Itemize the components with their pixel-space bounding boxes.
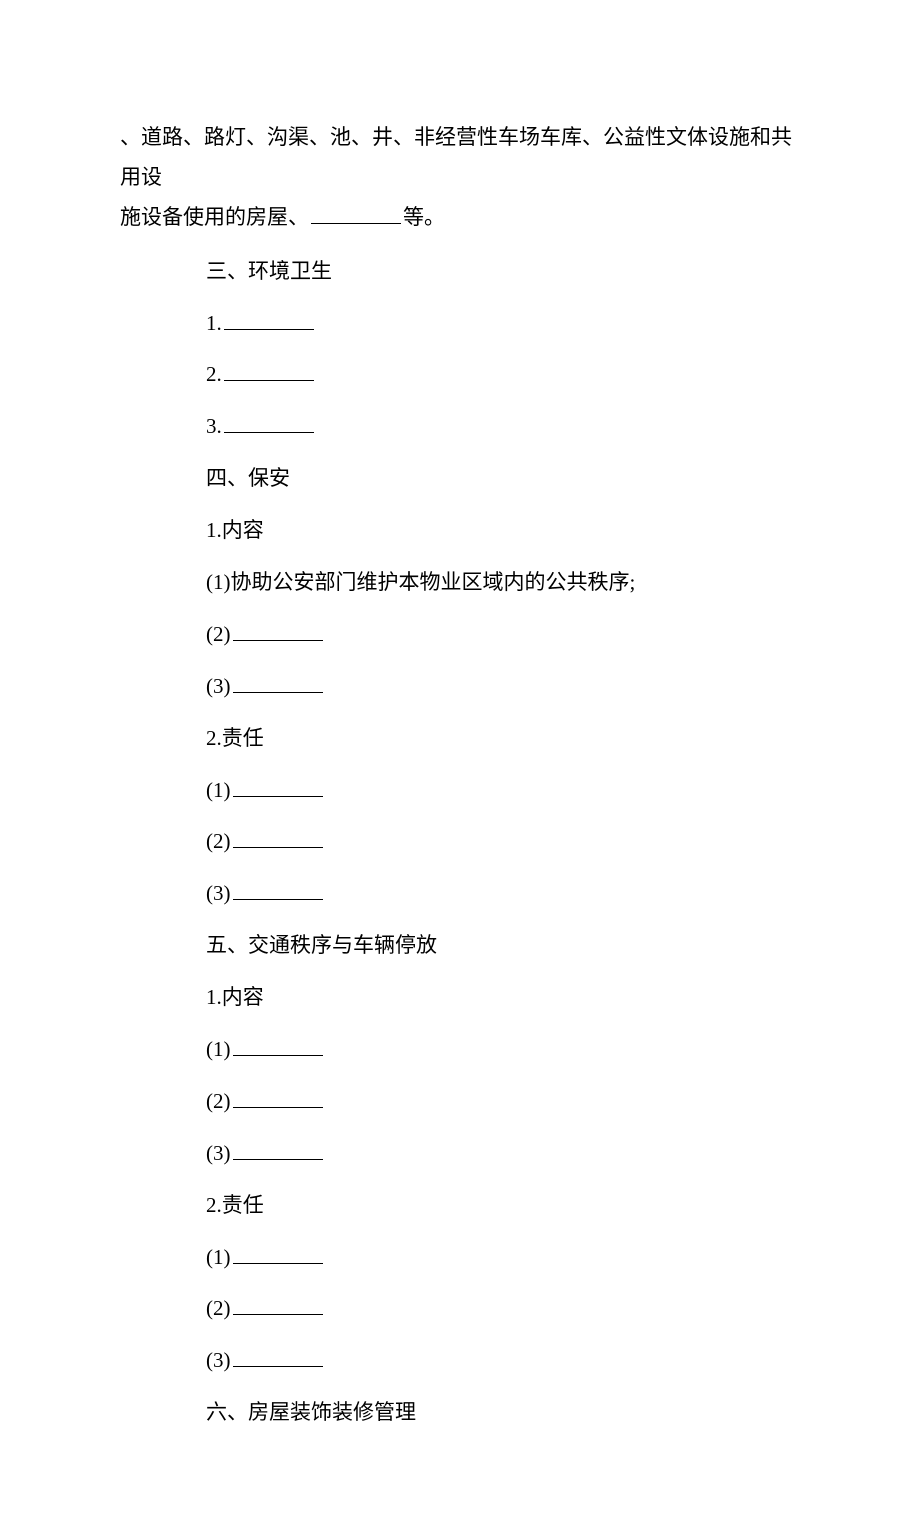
blank (233, 1089, 323, 1108)
item-prefix: (2) (206, 1089, 231, 1113)
item-prefix: (3) (206, 881, 231, 905)
traffic-resp-3: (3) (120, 1341, 800, 1381)
section-traffic-title: 五、交通秩序与车辆停放 (120, 926, 800, 966)
item-prefix: 3. (206, 414, 222, 438)
blank (233, 622, 323, 641)
blank (233, 830, 323, 849)
item-prefix: (3) (206, 1348, 231, 1372)
blank (224, 311, 314, 330)
traffic-resp-2: (2) (120, 1289, 800, 1329)
top-line-2-prefix: 施设备使用的房屋、 (120, 205, 309, 229)
traffic-resp-1: (1) (120, 1238, 800, 1278)
item-prefix: 2. (206, 362, 222, 386)
traffic-content-2: (2) (120, 1082, 800, 1122)
env-item-2: 2. (120, 355, 800, 395)
item-prefix: (1) (206, 1037, 231, 1061)
top-paragraph: 、道路、路灯、沟渠、池、井、非经营性车场车库、公益性文体设施和共用设 施设备使用… (120, 118, 800, 238)
blank (224, 415, 314, 434)
security-content-1: (1)协助公安部门维护本物业区域内的公共秩序; (120, 563, 800, 603)
item-prefix: (3) (206, 674, 231, 698)
section-env-title: 三、环境卫生 (120, 252, 800, 292)
env-item-3: 3. (120, 407, 800, 447)
blank-inline (311, 205, 401, 224)
security-resp-label: 2.责任 (120, 719, 800, 759)
blank (233, 1037, 323, 1056)
blank (224, 363, 314, 382)
item-prefix: (1) (206, 570, 231, 594)
item-prefix: (2) (206, 829, 231, 853)
security-resp-2: (2) (120, 822, 800, 862)
blank (233, 1141, 323, 1160)
blank (233, 1245, 323, 1264)
blank (233, 674, 323, 693)
item-prefix: (3) (206, 1141, 231, 1165)
top-line-2-suffix: 等。 (403, 205, 445, 229)
blank (233, 778, 323, 797)
traffic-content-3: (3) (120, 1134, 800, 1174)
security-resp-3: (3) (120, 874, 800, 914)
item-prefix: 1. (206, 311, 222, 335)
traffic-resp-label: 2.责任 (120, 1186, 800, 1226)
document-page: 、道路、路灯、沟渠、池、井、非经营性车场车库、公益性文体设施和共用设 施设备使用… (0, 0, 920, 1525)
section-security-title: 四、保安 (120, 459, 800, 499)
traffic-content-1: (1) (120, 1030, 800, 1070)
item-prefix: (1) (206, 1245, 231, 1269)
security-resp-1: (1) (120, 771, 800, 811)
top-line-1: 、道路、路灯、沟渠、池、井、非经营性车场车库、公益性文体设施和共用设 (120, 125, 792, 189)
traffic-content-label: 1.内容 (120, 978, 800, 1018)
security-content-label: 1.内容 (120, 511, 800, 551)
blank (233, 1297, 323, 1316)
blank (233, 1349, 323, 1368)
env-item-1: 1. (120, 304, 800, 344)
item-text: 协助公安部门维护本物业区域内的公共秩序; (231, 570, 636, 594)
blank (233, 882, 323, 901)
item-prefix: (1) (206, 778, 231, 802)
security-content-3: (3) (120, 667, 800, 707)
item-prefix: (2) (206, 622, 231, 646)
item-prefix: (2) (206, 1296, 231, 1320)
security-content-2: (2) (120, 615, 800, 655)
section-decoration-title: 六、房屋装饰装修管理 (120, 1393, 800, 1433)
